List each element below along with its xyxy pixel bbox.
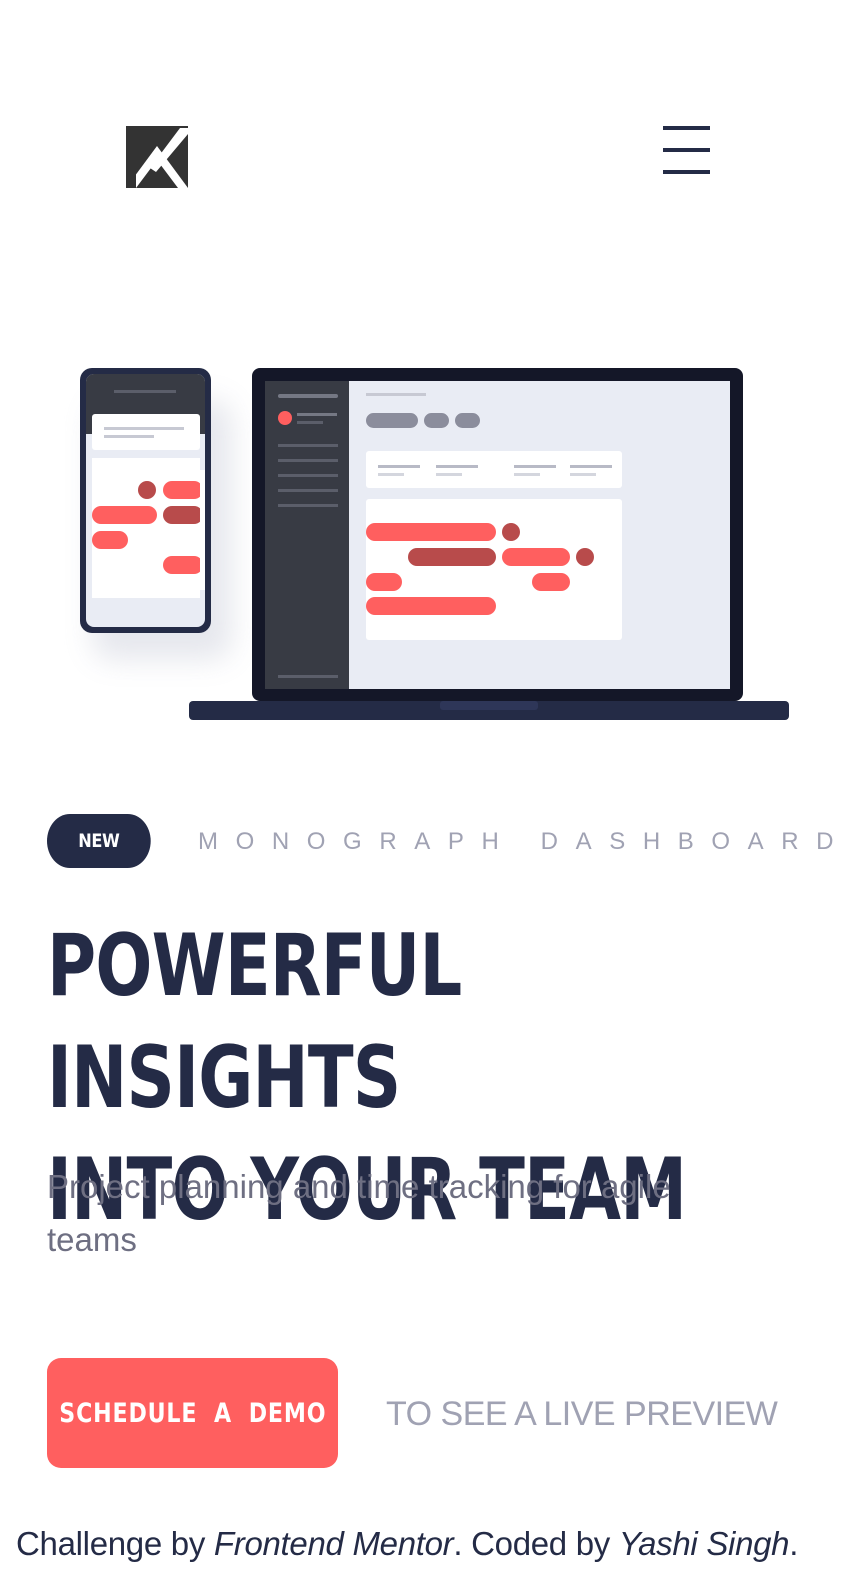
schedule-demo-label: SCHEDULE A DEMO bbox=[58, 1397, 327, 1429]
attribution-prefix: Challenge by bbox=[16, 1525, 214, 1562]
logo-icon[interactable] bbox=[126, 126, 188, 188]
headline-line-1: POWERFUL INSIGHTS bbox=[47, 916, 462, 1128]
frontend-mentor-link[interactable]: Frontend Mentor bbox=[214, 1525, 454, 1562]
attribution-middle: . Coded by bbox=[453, 1525, 619, 1562]
attribution: Challenge by Frontend Mentor. Coded by Y… bbox=[16, 1522, 846, 1566]
attribution-suffix: . bbox=[789, 1525, 799, 1562]
hamburger-menu-icon[interactable] bbox=[660, 124, 712, 176]
hero-description: Project planning and time tracking for a… bbox=[47, 1168, 671, 1258]
devices-dashboard-illustration bbox=[0, 360, 850, 730]
live-preview-text: TO SEE A LIVE PREVIEW bbox=[386, 1395, 778, 1433]
schedule-demo-button[interactable]: SCHEDULE A DEMO bbox=[47, 1358, 338, 1468]
new-badge: NEW bbox=[47, 814, 151, 868]
author-link[interactable]: Yashi Singh bbox=[619, 1525, 790, 1562]
product-tagline: MONOGRAPH DASHBOARD bbox=[198, 828, 850, 855]
